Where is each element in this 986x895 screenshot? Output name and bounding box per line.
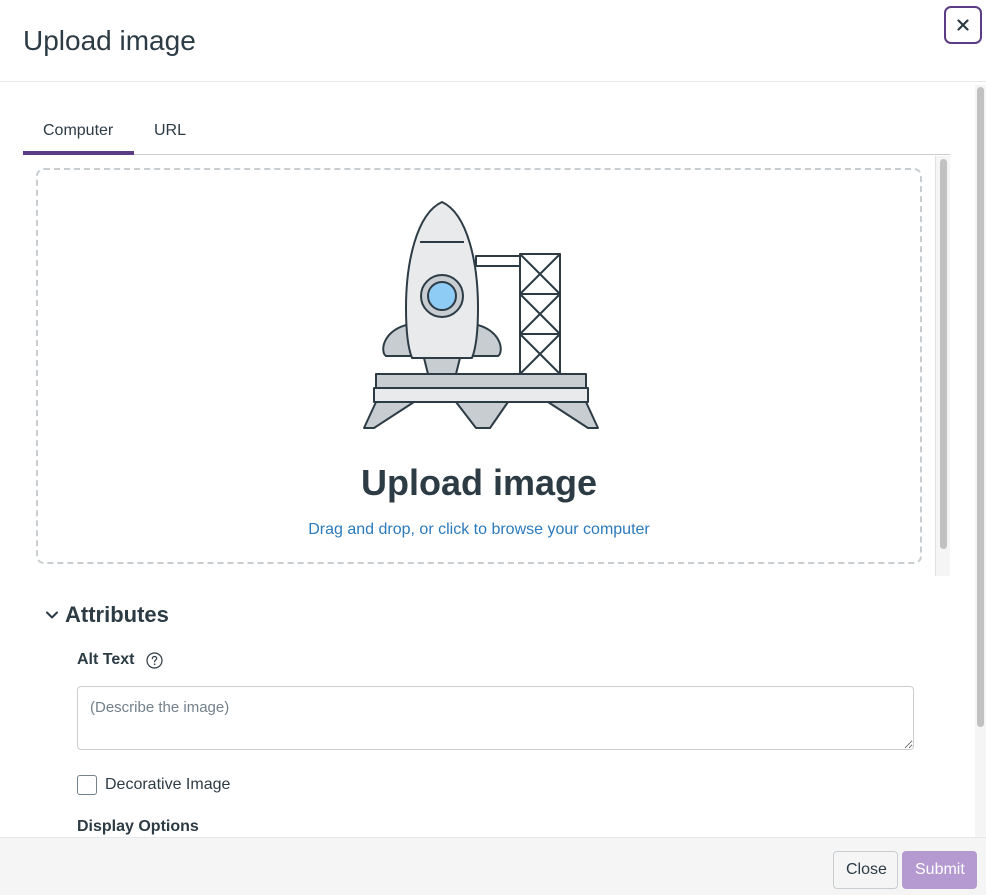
decorative-image-checkbox[interactable]	[77, 775, 97, 795]
dialog-scrollbar[interactable]	[975, 85, 986, 837]
alt-text-label-row: Alt Text	[77, 649, 164, 671]
dialog-title: Upload image	[23, 25, 196, 56]
dropzone-title: Upload image	[360, 462, 598, 503]
display-options-heading: Display Options	[77, 818, 199, 835]
tabpanel-scrollbar-thumb[interactable]	[940, 159, 947, 549]
chevron-down-icon	[46, 611, 58, 619]
submit-button[interactable]: Submit	[902, 851, 977, 889]
source-tabs: Computer URL	[23, 113, 950, 155]
dialog-header: Upload image	[0, 0, 986, 82]
tab-url[interactable]: URL	[134, 113, 206, 155]
alt-text-input[interactable]	[77, 686, 914, 750]
decorative-image-option[interactable]: Decorative Image	[77, 774, 230, 796]
dialog-scrollbar-thumb[interactable]	[977, 87, 984, 727]
close-icon	[957, 19, 969, 31]
upload-image-dialog: Upload image Computer URL Upload image D…	[0, 0, 986, 895]
tab-computer[interactable]: Computer	[23, 113, 134, 155]
decorative-image-label: Decorative Image	[105, 776, 231, 793]
attributes-heading: Attributes	[65, 602, 169, 627]
dialog-footer: Close Submit	[0, 837, 986, 895]
dropzone-browse-text[interactable]: Drag and drop, or click to browse your c…	[38, 520, 920, 540]
upload-dropzone[interactable]: Upload image Drag and drop, or click to …	[36, 168, 922, 564]
alt-text-label: Alt Text	[77, 651, 135, 668]
tabpanel-scrollbar[interactable]	[935, 156, 950, 576]
rocket-launch-illustration	[363, 201, 599, 429]
help-circle-icon[interactable]	[146, 651, 164, 669]
computer-tab-panel: Upload image Drag and drop, or click to …	[23, 156, 950, 576]
dialog-body: Computer URL Upload image Drag and drop,…	[0, 83, 986, 837]
attributes-toggle[interactable]: Attributes	[45, 601, 169, 629]
close-dialog-button[interactable]	[944, 6, 982, 44]
close-button[interactable]: Close	[833, 851, 898, 889]
